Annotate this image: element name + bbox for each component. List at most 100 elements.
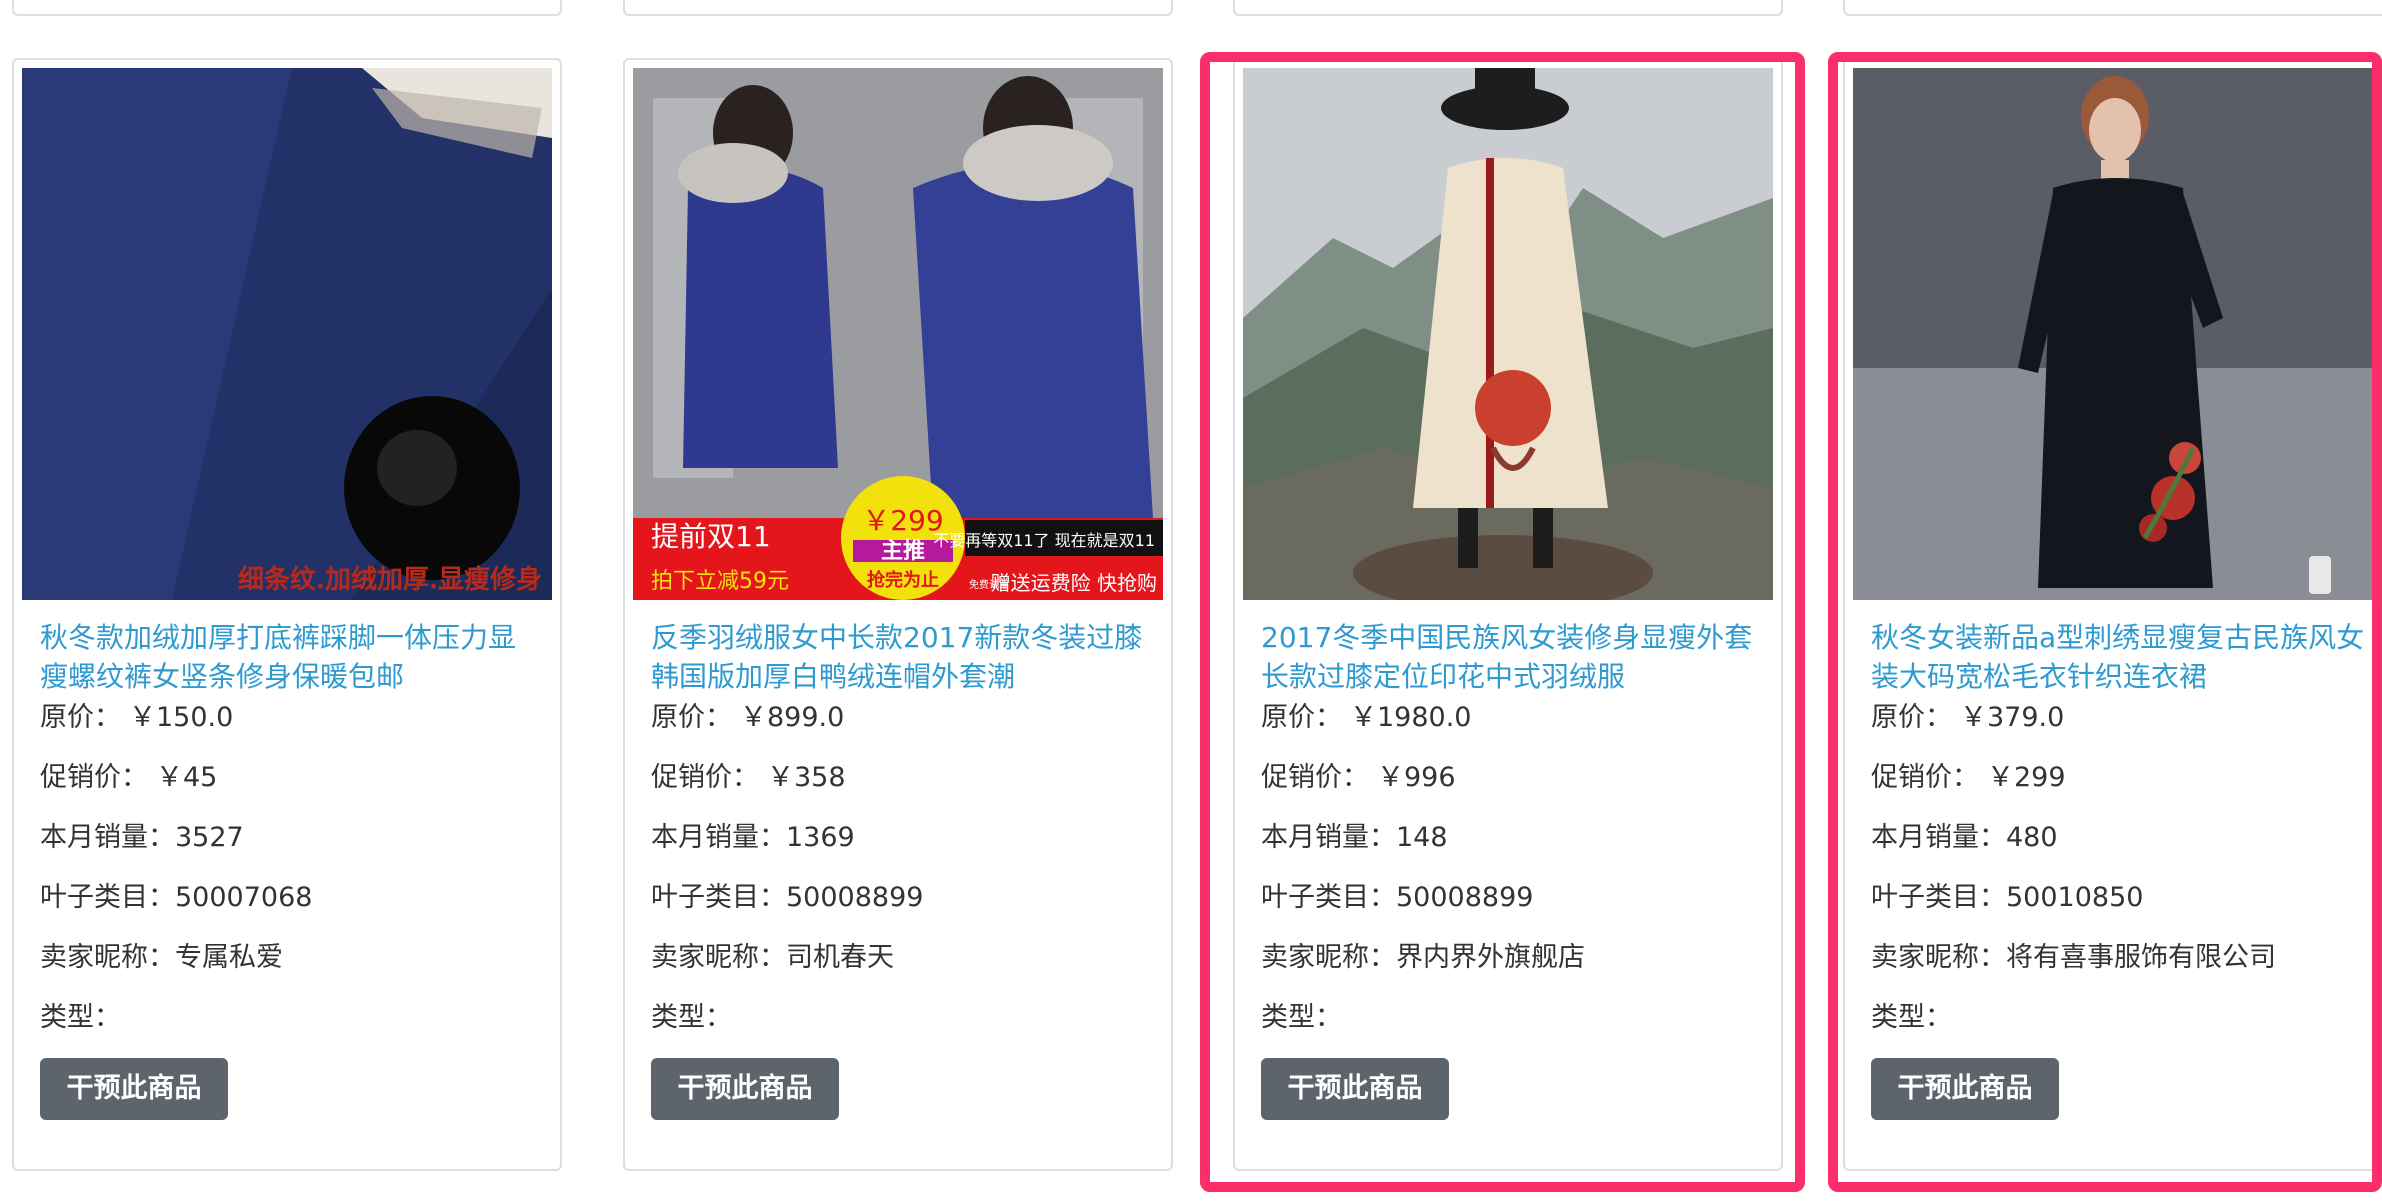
original-price-label: 原价： — [1871, 702, 1952, 733]
image-caption: 细条纹.加绒加厚.显瘦修身 — [238, 564, 542, 595]
leaf-category-value: 50007068 — [175, 882, 313, 913]
knit-dress-photo — [1853, 68, 2382, 600]
banner-right-top: 不要再等双11了 现在就是双11 — [933, 531, 1155, 550]
monthly-sales-row: 本月销量：1369 — [651, 820, 855, 856]
original-price-value: ￥379.0 — [1960, 702, 2065, 733]
seller-nick-value: 界内界外旗舰店 — [1396, 942, 1585, 973]
monthly-sales-label: 本月销量： — [1871, 822, 2006, 853]
leaf-category-row: 叶子类目：50007068 — [40, 880, 312, 916]
badge-price: ￥299 — [862, 504, 943, 537]
previous-row-card-edge — [12, 0, 562, 16]
banner-left-bottom: 拍下立减59元 — [651, 569, 789, 594]
original-price-value: ￥1980.0 — [1350, 702, 1472, 733]
original-price-row: 原价： ￥1980.0 — [1261, 700, 1471, 736]
monthly-sales-row: 本月销量：148 — [1261, 820, 1448, 856]
product-card: 细条纹.加绒加厚.显瘦修身 秋冬款加绒加厚打底裤踩脚一体压力显 瘦螺纹裤女竖条修… — [12, 58, 562, 1171]
product-image[interactable]: 细条纹.加绒加厚.显瘦修身 — [22, 68, 552, 600]
product-card: 2017冬季中国民族风女装修身显瘦外套 长款过膝定位印花中式羽绒服 原价： ￥19… — [1233, 58, 1783, 1171]
monthly-sales-value: 480 — [2006, 822, 2058, 853]
banner-right-bottom: 赠送运费险 快抢购 — [991, 571, 1157, 595]
promo-price-row: 促销价： ￥358 — [651, 760, 846, 796]
leaf-category-label: 叶子类目： — [40, 882, 175, 913]
original-price-label: 原价： — [40, 702, 121, 733]
product-card: 提前双11 拍下立减59元 ￥299 主推 抢完为止 不要再等双11了 现在就是… — [623, 58, 1173, 1171]
promo-price-row: 促销价： ￥299 — [1871, 760, 2066, 796]
original-price-label: 原价： — [651, 702, 732, 733]
promo-price-label: 促销价： — [651, 762, 759, 793]
promo-price-label: 促销价： — [40, 762, 148, 793]
banner-left-top: 提前双11 — [651, 520, 771, 553]
promo-price-label: 促销价： — [1871, 762, 1979, 793]
seller-nick-row: 卖家昵称：专属私爱 — [40, 940, 283, 976]
seller-nick-value: 将有喜事服饰有限公司 — [2006, 942, 2276, 973]
promo-price-value: ￥299 — [1987, 762, 2066, 793]
monthly-sales-row: 本月销量：480 — [1871, 820, 2058, 856]
seller-nick-value: 司机春天 — [786, 942, 894, 973]
seller-nick-label: 卖家昵称： — [651, 942, 786, 973]
leaf-category-value: 50008899 — [786, 882, 924, 913]
original-price-label: 原价： — [1261, 702, 1342, 733]
type-label: 类型： — [1261, 1002, 1342, 1033]
leaf-category-row: 叶子类目：50008899 — [651, 880, 923, 916]
badge-main: 主推 — [881, 539, 925, 564]
badge-sub: 抢完为止 — [867, 569, 939, 591]
product-image[interactable] — [1243, 68, 1773, 600]
monthly-sales-value: 148 — [1396, 822, 1448, 853]
promo-price-value: ￥358 — [767, 762, 846, 793]
intervene-product-button[interactable]: 干预此商品 — [1871, 1058, 2059, 1120]
promo-price-label: 促销价： — [1261, 762, 1369, 793]
type-label: 类型： — [1871, 1002, 1952, 1033]
product-title-link[interactable]: 反季羽绒服女中长款2017新款冬装过膝 韩国版加厚白鸭绒连帽外套潮 — [651, 618, 1161, 696]
leaf-category-value: 50010850 — [2006, 882, 2144, 913]
original-price-value: ￥899.0 — [740, 702, 845, 733]
type-label: 类型： — [40, 1002, 121, 1033]
monthly-sales-label: 本月销量： — [651, 822, 786, 853]
leaf-category-value: 50008899 — [1396, 882, 1534, 913]
original-price-row: 原价： ￥379.0 — [1871, 700, 2064, 736]
type-row: 类型： — [651, 1000, 732, 1036]
seller-nick-label: 卖家昵称： — [1261, 942, 1396, 973]
type-row: 类型： — [1871, 1000, 1952, 1036]
type-label: 类型： — [651, 1002, 732, 1033]
seller-nick-label: 卖家昵称： — [1871, 942, 2006, 973]
intervene-product-button[interactable]: 干预此商品 — [40, 1058, 228, 1120]
promo-price-value: ￥45 — [156, 762, 218, 793]
product-image[interactable]: 提前双11 拍下立减59元 ￥299 主推 抢完为止 不要再等双11了 现在就是… — [633, 68, 1163, 600]
type-row: 类型： — [1261, 1000, 1342, 1036]
product-card: 秋冬女装新品a型刺绣显瘦复古民族风女 装大码宽松毛衣针织连衣裙 原价： ￥379.… — [1843, 58, 2382, 1171]
promo-price-row: 促销价： ￥996 — [1261, 760, 1456, 796]
monthly-sales-row: 本月销量：3527 — [40, 820, 244, 856]
seller-nick-row: 卖家昵称：司机春天 — [651, 940, 894, 976]
monthly-sales-value: 3527 — [175, 822, 244, 853]
seller-nick-row: 卖家昵称：界内界外旗舰店 — [1261, 940, 1585, 976]
seller-nick-row: 卖家昵称：将有喜事服饰有限公司 — [1871, 940, 2276, 976]
leaf-category-row: 叶子类目：50008899 — [1261, 880, 1533, 916]
type-row: 类型： — [40, 1000, 121, 1036]
product-title-link[interactable]: 秋冬款加绒加厚打底裤踩脚一体压力显 瘦螺纹裤女竖条修身保暖包邮 — [40, 618, 550, 696]
ethnic-coat-photo — [1243, 68, 1773, 600]
seller-nick-value: 专属私爱 — [175, 942, 283, 973]
previous-row-card-edge — [623, 0, 1173, 16]
monthly-sales-label: 本月销量： — [1261, 822, 1396, 853]
monthly-sales-label: 本月销量： — [40, 822, 175, 853]
leaf-category-row: 叶子类目：50010850 — [1871, 880, 2143, 916]
original-price-value: ￥150.0 — [129, 702, 234, 733]
intervene-product-button[interactable]: 干预此商品 — [1261, 1058, 1449, 1120]
promo-price-value: ￥996 — [1377, 762, 1456, 793]
previous-row-card-edge — [1233, 0, 1783, 16]
intervene-product-button[interactable]: 干预此商品 — [651, 1058, 839, 1120]
leaf-category-label: 叶子类目： — [1261, 882, 1396, 913]
monthly-sales-value: 1369 — [786, 822, 855, 853]
down-jacket-photo: 提前双11 拍下立减59元 ￥299 主推 抢完为止 不要再等双11了 现在就是… — [633, 68, 1163, 600]
product-title-link[interactable]: 2017冬季中国民族风女装修身显瘦外套 长款过膝定位印花中式羽绒服 — [1261, 618, 1771, 696]
original-price-row: 原价： ￥150.0 — [40, 700, 233, 736]
promo-price-row: 促销价： ￥45 — [40, 760, 217, 796]
leaf-category-label: 叶子类目： — [651, 882, 786, 913]
leggings-photo: 细条纹.加绒加厚.显瘦修身 — [22, 68, 552, 600]
leaf-category-label: 叶子类目： — [1871, 882, 2006, 913]
previous-row-card-edge — [1843, 0, 2382, 16]
original-price-row: 原价： ￥899.0 — [651, 700, 844, 736]
seller-nick-label: 卖家昵称： — [40, 942, 175, 973]
product-title-link[interactable]: 秋冬女装新品a型刺绣显瘦复古民族风女 装大码宽松毛衣针织连衣裙 — [1871, 618, 2381, 696]
product-image[interactable] — [1853, 68, 2382, 600]
